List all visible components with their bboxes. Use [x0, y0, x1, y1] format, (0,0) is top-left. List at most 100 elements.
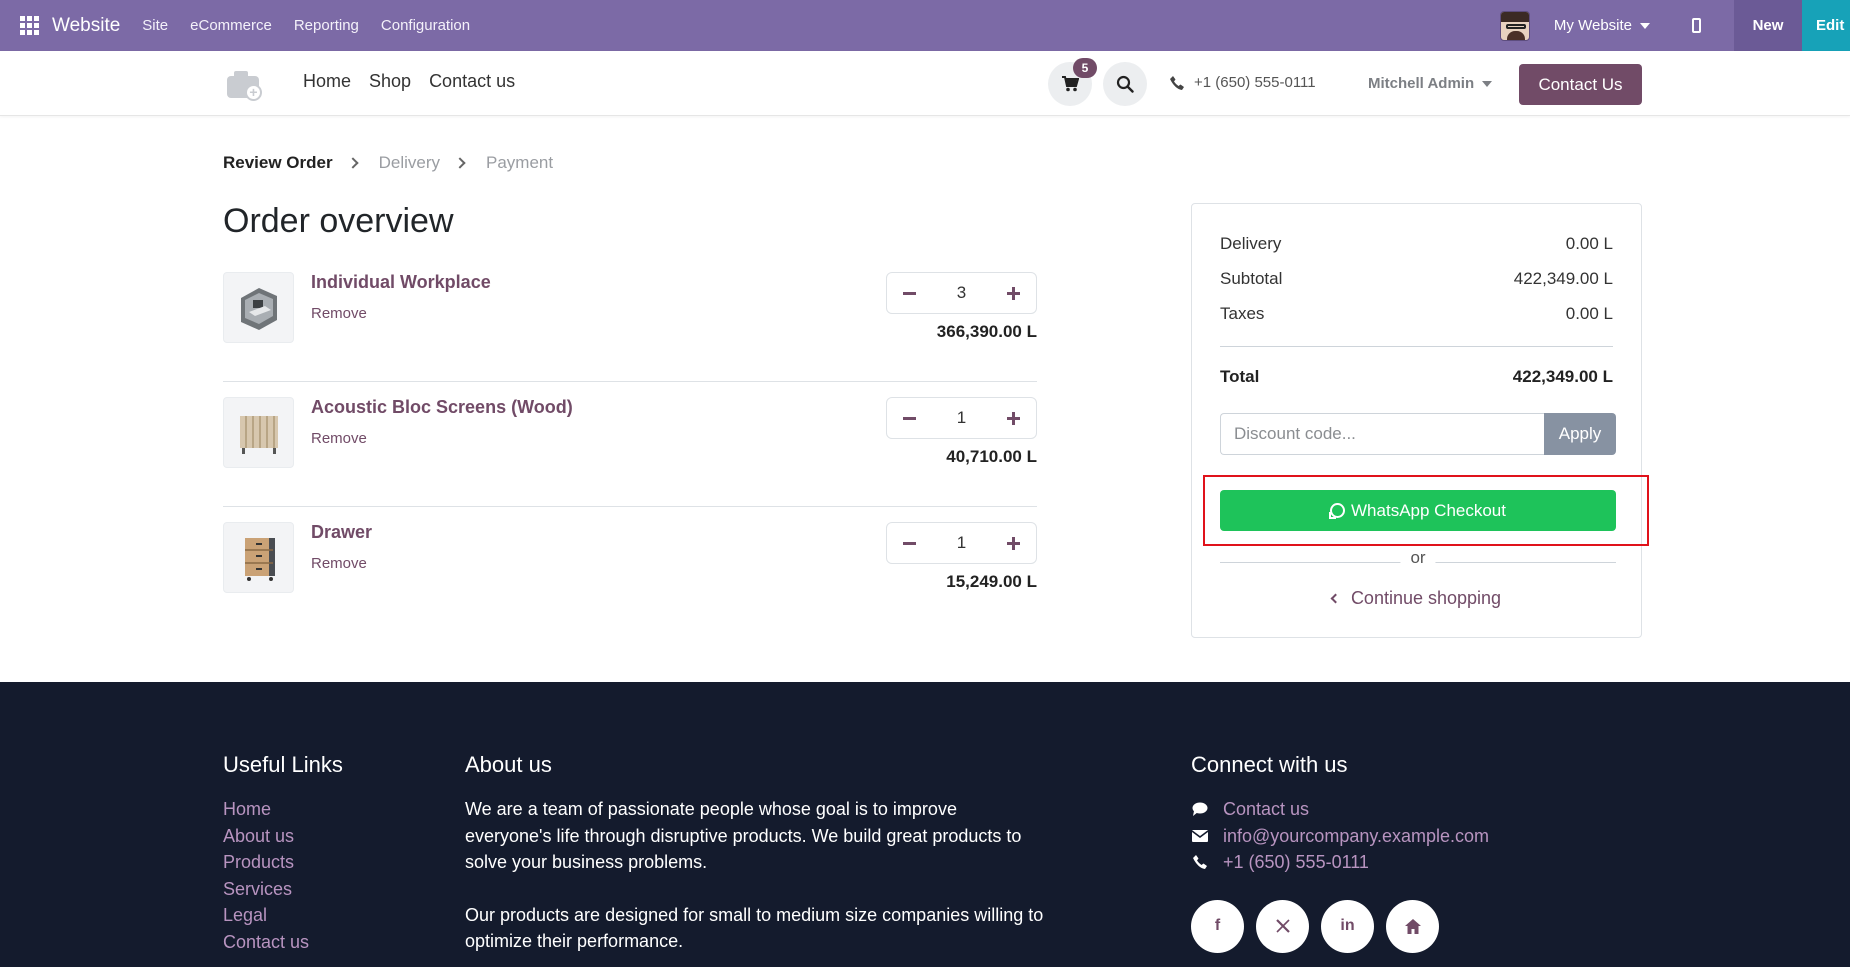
minus-icon[interactable]	[903, 416, 916, 420]
footer-contact-row[interactable]: Contact us	[1191, 796, 1489, 823]
edit-button[interactable]: Edit	[1802, 0, 1850, 51]
search-button[interactable]	[1103, 62, 1147, 106]
site-footer: Useful Links Home About us Products Serv…	[0, 682, 1850, 967]
header-phone-number: +1 (650) 555-0111	[1194, 74, 1316, 91]
summary-total-row: Total 422,349.00 L	[1220, 367, 1613, 387]
nav-shop[interactable]: Shop	[369, 71, 411, 92]
footer-phone-row[interactable]: +1 (650) 555-0111	[1191, 849, 1489, 876]
product-name[interactable]: Individual Workplace	[311, 272, 491, 293]
quantity-value[interactable]: 1	[957, 408, 966, 428]
home-icon[interactable]	[1386, 899, 1439, 953]
footer-link-home[interactable]: Home	[223, 796, 343, 823]
nav-contact-us[interactable]: Contact us	[429, 71, 515, 92]
whatsapp-checkout-button[interactable]: WhatsApp Checkout	[1220, 490, 1616, 531]
app-name[interactable]: Website	[52, 15, 120, 37]
drawer-product-icon	[244, 537, 275, 581]
discount-code-input[interactable]	[1220, 413, 1544, 455]
envelope-icon	[1191, 829, 1209, 842]
cart-count-badge: 5	[1073, 58, 1097, 78]
footer-email-row[interactable]: info@yourcompany.example.com	[1191, 823, 1489, 850]
apply-button[interactable]: Apply	[1544, 413, 1616, 455]
menu-site[interactable]: Site	[142, 17, 168, 34]
footer-about: About us We are a team of passionate peo…	[465, 752, 1045, 955]
linkedin-icon[interactable]: in	[1321, 899, 1374, 953]
facebook-icon[interactable]: f	[1191, 899, 1244, 953]
footer-useful-links: Useful Links Home About us Products Serv…	[223, 752, 343, 955]
new-button[interactable]: New	[1734, 0, 1802, 51]
remove-link[interactable]: Remove	[311, 305, 367, 322]
user-menu[interactable]: Mitchell Admin	[1368, 75, 1493, 92]
quantity-stepper: 1	[886, 397, 1037, 439]
contact-us-button[interactable]: Contact Us	[1519, 64, 1642, 105]
site-header: + Home Shop Contact us 5 +1 (650) 555-01…	[0, 51, 1850, 116]
footer-connect-heading: Connect with us	[1191, 752, 1348, 777]
header-phone[interactable]: +1 (650) 555-0111	[1170, 74, 1316, 91]
taxes-value: 0.00 L	[1565, 304, 1613, 323]
discount-form: Apply	[1220, 413, 1616, 455]
website-selector[interactable]: My Website	[1554, 17, 1650, 34]
quantity-value[interactable]: 1	[957, 533, 966, 553]
menu-ecommerce[interactable]: eCommerce	[190, 17, 272, 34]
continue-shopping-label: Continue shopping	[1350, 588, 1502, 608]
order-line: Drawer Remove 1 15,249.00 L	[223, 522, 1037, 632]
footer-link-about-us[interactable]: About us	[223, 823, 343, 850]
social-links: f in	[1191, 899, 1489, 953]
summary-divider	[1220, 346, 1613, 347]
plus-icon[interactable]	[1007, 286, 1020, 300]
phone-icon	[1191, 855, 1209, 870]
footer-phone[interactable]: +1 (650) 555-0111	[1223, 849, 1369, 876]
quantity-stepper: 1	[886, 522, 1037, 564]
product-image-acoustic-screens[interactable]	[223, 397, 294, 468]
summary-subtotal-row: Subtotal 422,349.00 L	[1220, 269, 1613, 289]
footer-about-heading: About us	[465, 752, 552, 777]
minus-icon[interactable]	[903, 291, 916, 295]
continue-shopping-link[interactable]: Continue shopping	[1192, 588, 1641, 609]
plus-icon[interactable]	[1007, 536, 1020, 550]
product-image-drawer[interactable]	[223, 522, 294, 593]
subtotal-label: Subtotal	[1220, 269, 1283, 288]
menu-configuration[interactable]: Configuration	[381, 17, 470, 34]
plus-icon[interactable]	[1007, 411, 1020, 425]
footer-link-legal[interactable]: Legal	[223, 902, 343, 929]
logo[interactable]: +	[225, 67, 265, 101]
step-review-order: Review Order	[223, 153, 333, 172]
footer-links-heading: Useful Links	[223, 752, 343, 777]
x-icon[interactable]	[1256, 899, 1309, 953]
chevron-left-icon	[1330, 593, 1341, 604]
taxes-label: Taxes	[1220, 304, 1265, 323]
order-line: Acoustic Bloc Screens (Wood) Remove 1 40…	[223, 397, 1037, 507]
summary-taxes-row: Taxes 0.00 L	[1220, 304, 1613, 324]
line-price: 15,249.00 L	[946, 572, 1037, 591]
order-summary-card: Delivery 0.00 L Subtotal 422,349.00 L Ta…	[1191, 203, 1649, 638]
quantity-value[interactable]: 3	[957, 283, 966, 303]
delivery-label: Delivery	[1220, 234, 1282, 253]
footer-about-text-2: Our products are designed for small to m…	[465, 904, 1044, 952]
caret-down-icon	[1482, 80, 1493, 87]
footer-link-products[interactable]: Products	[223, 849, 343, 876]
footer-link-contact-us[interactable]: Contact us	[223, 929, 343, 956]
mobile-preview-icon[interactable]	[1676, 0, 1716, 51]
quantity-stepper: 3	[886, 272, 1037, 314]
apps-menu-icon[interactable]	[0, 0, 58, 51]
nav-home[interactable]: Home	[303, 71, 351, 92]
screen-product-icon	[239, 415, 278, 454]
subtotal-value: 422,349.00 L	[1513, 269, 1613, 288]
remove-link[interactable]: Remove	[311, 430, 367, 447]
remove-link[interactable]: Remove	[311, 555, 367, 572]
footer-contact-link[interactable]: Contact us	[1223, 796, 1309, 823]
user-avatar[interactable]	[1499, 10, 1530, 41]
footer-email[interactable]: info@yourcompany.example.com	[1223, 823, 1489, 850]
product-name[interactable]: Drawer	[311, 522, 372, 543]
admin-topbar: Website Site eCommerce Reporting Configu…	[0, 0, 1850, 51]
whatsapp-checkout-label: WhatsApp Checkout	[1351, 500, 1506, 520]
footer-link-services[interactable]: Services	[223, 876, 343, 903]
minus-icon[interactable]	[903, 541, 916, 545]
product-name[interactable]: Acoustic Bloc Screens (Wood)	[311, 397, 573, 418]
product-image-individual-workplace[interactable]	[223, 272, 294, 343]
page-title: Order overview	[223, 202, 454, 240]
workplace-product-icon	[240, 287, 277, 330]
total-value: 422,349.00 L	[1512, 367, 1613, 386]
menu-reporting[interactable]: Reporting	[294, 17, 359, 34]
website-selector-label: My Website	[1553, 17, 1632, 34]
whatsapp-icon	[1329, 503, 1346, 519]
